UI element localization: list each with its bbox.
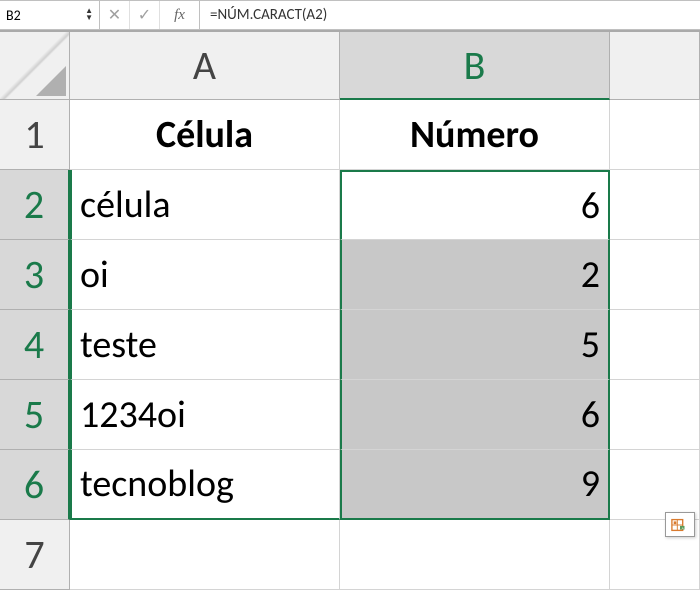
cell-A3[interactable]: oi — [70, 240, 340, 310]
row-header-1[interactable]: 1 — [0, 100, 70, 170]
accept-formula-button[interactable]: ✓ — [130, 1, 160, 29]
row-header-3[interactable]: 3 — [0, 240, 70, 310]
row-header-6[interactable]: 6 — [0, 450, 70, 520]
autofill-icon: + — [671, 518, 689, 532]
cell-A7[interactable] — [70, 520, 340, 590]
cell-C4[interactable] — [610, 310, 700, 380]
cell-A5[interactable]: 1234oi — [70, 380, 340, 450]
row-header-5[interactable]: 5 — [0, 380, 70, 450]
row-header-7[interactable]: 7 — [0, 520, 70, 590]
row-header-4[interactable]: 4 — [0, 310, 70, 380]
cell-B6[interactable]: 9 — [340, 450, 610, 520]
cell-B5[interactable]: 6 — [340, 380, 610, 450]
fx-label[interactable]: fx — [160, 1, 200, 29]
cell-C3[interactable] — [610, 240, 700, 310]
name-box-stepper[interactable]: ▲ ▼ — [85, 8, 93, 22]
cell-A2[interactable]: célula — [70, 170, 340, 240]
formula-text: =NÚM.CARACT(A2) — [210, 6, 327, 24]
cell-A6[interactable]: tecnoblog — [70, 450, 340, 520]
cell-B7[interactable] — [340, 520, 610, 590]
name-box-value: B2 — [6, 7, 85, 24]
column-header-B[interactable]: B — [340, 32, 610, 100]
cell-A4[interactable]: teste — [70, 310, 340, 380]
cell-A1[interactable]: Célula — [70, 100, 340, 170]
check-icon: ✓ — [138, 5, 151, 25]
formula-input[interactable]: =NÚM.CARACT(A2) — [200, 1, 700, 29]
autofill-options-button[interactable]: + — [665, 512, 695, 537]
column-header-C[interactable] — [610, 32, 700, 100]
formula-bar: B2 ▲ ▼ ✕ ✓ fx =NÚM.CARACT(A2) — [0, 0, 700, 30]
cell-C2[interactable] — [610, 170, 700, 240]
select-all-corner[interactable] — [0, 32, 70, 100]
row-header-2[interactable]: 2 — [0, 170, 70, 240]
chevron-down-icon: ▼ — [85, 15, 93, 22]
cell-C6[interactable]: + — [610, 450, 700, 520]
cell-C1[interactable] — [610, 100, 700, 170]
cell-C5[interactable] — [610, 380, 700, 450]
close-icon: ✕ — [108, 5, 121, 25]
column-header-A[interactable]: A — [70, 32, 340, 100]
cell-B1[interactable]: Número — [340, 100, 610, 170]
name-box[interactable]: B2 ▲ ▼ — [0, 1, 100, 29]
cell-B2[interactable]: 6 — [340, 170, 610, 240]
spreadsheet-grid: A B 1 Célula Número 2 célula 6 3 oi 2 4 … — [0, 30, 700, 590]
cancel-formula-button[interactable]: ✕ — [100, 1, 130, 29]
cell-B4[interactable]: 5 — [340, 310, 610, 380]
cell-B3[interactable]: 2 — [340, 240, 610, 310]
